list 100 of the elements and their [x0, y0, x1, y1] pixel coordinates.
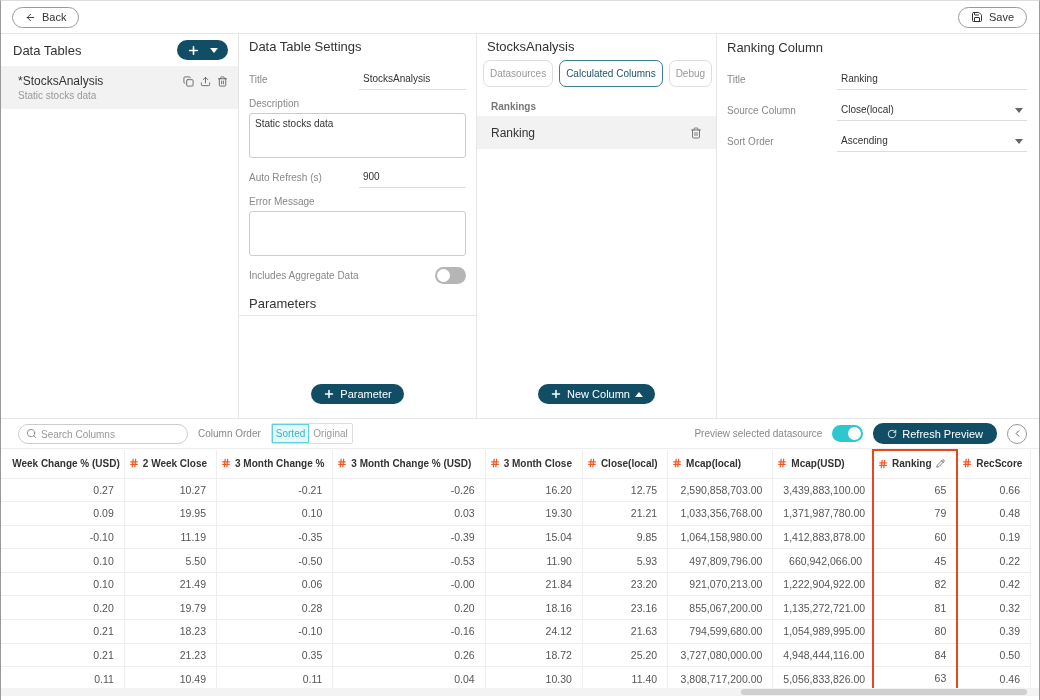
- number-type-icon: [128, 458, 139, 468]
- table-cell: 11.19: [124, 525, 217, 549]
- add-parameter-button[interactable]: Parameter: [311, 384, 404, 404]
- number-type-icon: [337, 458, 348, 468]
- field-label: Title: [727, 73, 747, 85]
- table-cell: 1,412,883,878.00: [772, 525, 874, 549]
- new-column-button[interactable]: New Column: [538, 384, 655, 404]
- table-cell: 25.20: [582, 643, 668, 667]
- table-cell: 21.63: [582, 619, 668, 644]
- upload-icon[interactable]: [200, 75, 211, 87]
- trash-icon[interactable]: [690, 126, 702, 139]
- table-cell: 23.16: [582, 595, 668, 620]
- column-header[interactable]: Close(local): [582, 450, 668, 478]
- table-cell: 21.84: [485, 572, 583, 596]
- caret-icon: [210, 47, 218, 53]
- column-header[interactable]: RecScore: [957, 450, 1031, 478]
- plus-icon: [550, 388, 562, 400]
- number-type-icon: [221, 458, 231, 468]
- refresh-icon: [887, 428, 898, 439]
- save-button[interactable]: Save: [957, 6, 1027, 28]
- search-field[interactable]: Search Columns: [18, 424, 188, 444]
- text-field[interactable]: Ranking: [837, 68, 1027, 90]
- column-header[interactable]: 3 Month Change %: [216, 450, 333, 478]
- data-table-item[interactable]: *StocksAnalysis Static stocks data: [1, 66, 238, 109]
- table-cell: 4,948,444,116.00: [772, 643, 874, 667]
- add-table-button[interactable]: [177, 40, 228, 60]
- table-cell: 0.39: [957, 619, 1031, 644]
- preview-label: Preview selected datasource: [694, 428, 823, 439]
- text-field[interactable]: 900: [359, 166, 466, 188]
- table-cell: 81: [873, 595, 958, 620]
- table-cell: 16.20: [485, 478, 583, 502]
- table-cell: 23.20: [582, 572, 668, 596]
- table-cell: 0.21: [1, 619, 125, 644]
- table-cell: 1,033,356,768.00: [667, 501, 773, 526]
- preview-toggle[interactable]: [832, 425, 864, 442]
- table-cell: 855,067,200.00: [667, 595, 773, 620]
- plus-icon: [323, 388, 336, 400]
- number-type-icon: [489, 458, 500, 468]
- table-cell: -0.00: [332, 572, 486, 596]
- table-cell: 0.42: [957, 572, 1031, 596]
- table-cell: 794,599,680.00: [667, 619, 773, 644]
- table-cell: 921,070,213.00: [667, 572, 773, 596]
- toggle-switch[interactable]: [435, 266, 466, 284]
- number-type-icon: [878, 458, 889, 469]
- search-icon: [26, 427, 37, 439]
- table-cell: 660,942,066.00: [772, 548, 874, 573]
- table-cell: 79: [873, 501, 958, 526]
- column-header[interactable]: 3 Month Change % (USD): [332, 450, 486, 478]
- column-header[interactable]: 2 Week Close: [124, 450, 217, 478]
- table-cell: -0.10: [216, 619, 333, 644]
- column-header[interactable]: Ranking: [873, 450, 958, 478]
- table-cell: 1,135,272,721.00: [772, 595, 874, 620]
- back-button[interactable]: Back: [12, 6, 80, 28]
- textarea-field[interactable]: Static stocks data: [249, 113, 466, 158]
- column-header[interactable]: 3 Month Close: [485, 450, 583, 478]
- table-cell: 0.10: [216, 501, 333, 526]
- textarea-field[interactable]: [249, 211, 466, 256]
- table-cell: 15.04: [485, 525, 583, 549]
- select-field[interactable]: Close(local): [837, 99, 1027, 121]
- table-cell: 82: [873, 572, 958, 596]
- column-header[interactable]: Mcap(USD): [772, 450, 874, 478]
- field-label: Error Message: [249, 196, 316, 207]
- column-header[interactable]: Week Change % (USD): [1, 450, 125, 478]
- back-arrow-icon: [25, 11, 36, 23]
- calculated-column-item[interactable]: Ranking: [477, 116, 716, 149]
- tab[interactable]: Calculated Columns: [559, 60, 663, 87]
- select-field[interactable]: Ascending: [837, 130, 1027, 152]
- table-cell: -0.10: [1, 525, 125, 549]
- table-cell: 45: [873, 548, 958, 573]
- table-cell: 0.19: [957, 525, 1031, 549]
- panel-title: Ranking Column: [726, 39, 825, 57]
- table-cell: 21.23: [124, 643, 217, 667]
- table-cell: 0.26: [332, 643, 486, 667]
- table-cell: 1,222,904,922.00: [772, 572, 874, 596]
- table-cell: -0.39: [332, 525, 486, 549]
- field-label: Title: [249, 73, 269, 85]
- number-type-icon: [672, 458, 683, 468]
- caret-icon: [1015, 139, 1023, 144]
- table-cell: 0.20: [1, 595, 125, 620]
- table-cell: 0.50: [957, 643, 1031, 667]
- text-field[interactable]: StocksAnalysis: [359, 68, 466, 90]
- table-description: Static stocks data: [18, 90, 98, 101]
- table-cell: 0.10: [1, 572, 125, 596]
- table-cell: 0.21: [1, 643, 125, 667]
- collapse-button[interactable]: [1007, 423, 1027, 444]
- horizontal-scrollbar[interactable]: [1, 688, 1039, 696]
- trash-icon[interactable]: [217, 75, 228, 87]
- table-name: *StocksAnalysis: [18, 74, 105, 88]
- refresh-preview-button[interactable]: Refresh Preview: [873, 423, 997, 444]
- field-label: Includes Aggregate Data: [249, 269, 360, 281]
- table-cell: 19.95: [124, 501, 217, 526]
- panel-title: StocksAnalysis: [486, 38, 576, 54]
- table-cell: 0.22: [957, 548, 1031, 573]
- column-header[interactable]: Mcap(local): [667, 450, 773, 478]
- table-cell: 0.20: [332, 595, 486, 620]
- plus-icon: [187, 43, 200, 57]
- table-cell: 18.72: [485, 643, 583, 667]
- table-cell: -0.21: [216, 478, 333, 502]
- copy-icon[interactable]: [183, 75, 194, 87]
- table-cell: -0.53: [332, 548, 486, 573]
